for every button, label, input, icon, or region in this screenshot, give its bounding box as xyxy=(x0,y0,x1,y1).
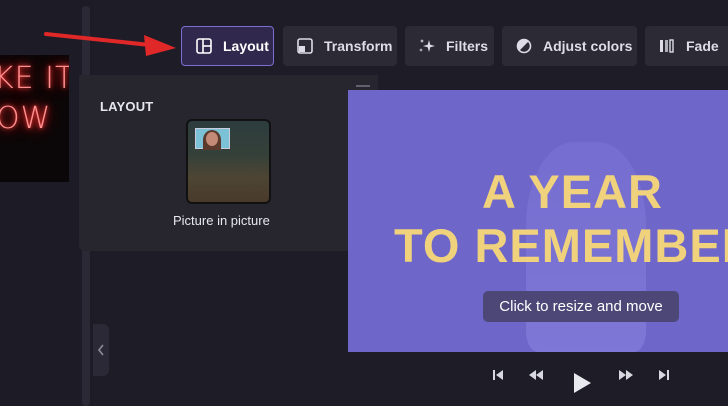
layout-icon xyxy=(195,37,213,55)
skip-to-end-icon[interactable] xyxy=(657,368,671,382)
adjust-colors-icon xyxy=(515,37,533,55)
chevron-left-icon xyxy=(97,344,104,356)
rewind-icon[interactable] xyxy=(527,368,545,382)
thumbnail-text-line-1: KE IT xyxy=(0,61,69,96)
adjust-colors-button-label: Adjust colors xyxy=(543,38,633,54)
layout-button-label: Layout xyxy=(223,38,269,54)
layout-panel-title: LAYOUT xyxy=(100,99,154,114)
layout-button[interactable]: Layout xyxy=(181,26,274,66)
transform-button[interactable]: Transform xyxy=(283,26,397,66)
editor-window: KE IT OW Layout Transform Filters Adjust… xyxy=(0,0,728,406)
fade-button-label: Fade xyxy=(686,38,719,54)
adjust-colors-button[interactable]: Adjust colors xyxy=(502,26,637,66)
headline-line-2: TO REMEMBER xyxy=(394,219,728,272)
resize-tooltip: Click to resize and move xyxy=(483,291,679,322)
thumbnail-text-line-2: OW xyxy=(0,101,52,136)
fade-icon xyxy=(658,37,676,55)
picture-in-picture-option[interactable] xyxy=(186,119,271,204)
headline-line-1: A YEAR xyxy=(482,165,663,218)
skip-to-start-icon[interactable] xyxy=(491,368,505,382)
annotation-arrow-icon xyxy=(44,32,176,56)
collapse-panel-button[interactable] xyxy=(93,324,109,376)
layout-panel: LAYOUT Picture in picture xyxy=(79,75,378,251)
transform-button-label: Transform xyxy=(324,38,393,54)
transform-icon xyxy=(296,37,314,55)
fast-forward-icon[interactable] xyxy=(617,368,635,382)
fade-button[interactable]: Fade xyxy=(645,26,728,66)
pip-inset-thumbnail xyxy=(195,128,230,150)
sparkle-icon xyxy=(418,37,436,55)
play-icon[interactable] xyxy=(571,371,593,395)
picture-in-picture-label: Picture in picture xyxy=(173,213,270,228)
filters-button[interactable]: Filters xyxy=(405,26,494,66)
filters-button-label: Filters xyxy=(446,38,489,54)
media-thumbnail[interactable]: KE IT OW xyxy=(0,55,69,182)
